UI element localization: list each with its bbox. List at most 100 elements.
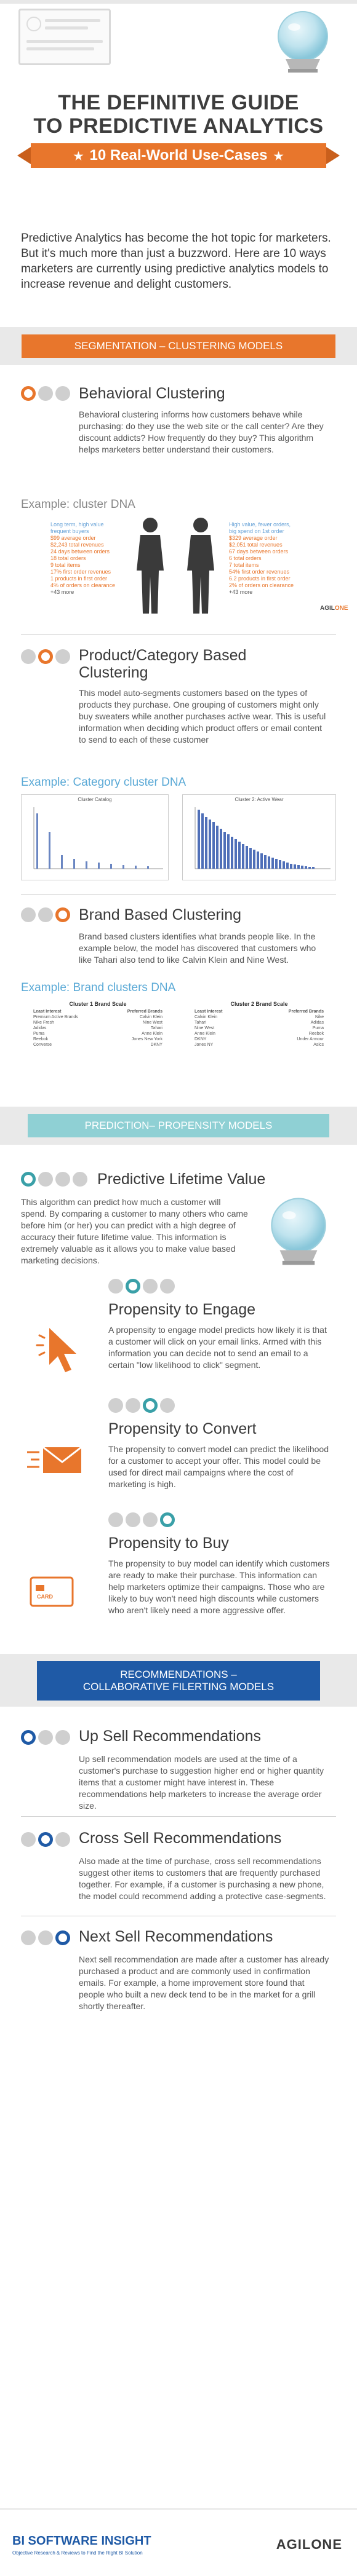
dot-active <box>21 1172 36 1187</box>
dot <box>126 1512 140 1527</box>
dna-line: 2% of orders on clearance <box>229 582 294 588</box>
dna-line: 6.2 products in first order <box>229 575 291 582</box>
table-row: Nike Fresh Nine West <box>33 1021 162 1025</box>
dot-active <box>38 649 53 664</box>
convert-text: The propensity to convert model can pred… <box>108 1444 329 1489</box>
dot-active <box>21 1730 36 1745</box>
monitor-line <box>26 47 94 50</box>
mouse-cursor-icon <box>36 1328 76 1372</box>
infographic: THE DEFINITIVE GUIDE TO PREDICTIVE ANALY… <box>0 0 357 2576</box>
person-silhouette-icon <box>187 518 214 614</box>
card-label: CARD <box>37 1594 53 1600</box>
dot <box>55 1172 70 1187</box>
progress-dots <box>21 1930 73 1946</box>
dot <box>143 1279 158 1294</box>
table-row: Converse DKNY <box>33 1043 162 1047</box>
dna-line: 24 days between orders <box>50 548 110 555</box>
chart-bars <box>195 807 331 869</box>
progress-dots <box>21 1832 73 1848</box>
segmentation-band: SEGMENTATION – CLUSTERING MODELS <box>0 327 357 365</box>
table-header-row: Least Interest Preferred Brands <box>33 1009 162 1014</box>
dot-active <box>160 1512 175 1527</box>
dot-active <box>126 1279 140 1294</box>
buy-title: Propensity to Buy <box>108 1535 229 1552</box>
dot-active <box>38 1832 53 1847</box>
engage-title: Propensity to Engage <box>108 1301 256 1318</box>
dot-active <box>143 1398 158 1413</box>
table-row: Premium Active Brands Calvin Klein <box>33 1015 162 1019</box>
star-icon: ★ <box>273 150 284 162</box>
progress-dots <box>21 1730 73 1746</box>
product-title-line1: Product/Category Based <box>79 647 247 664</box>
dot <box>55 649 70 664</box>
divider <box>21 1816 336 1817</box>
upsell-title: Up Sell Recommendations <box>79 1728 261 1745</box>
lifetime-title: Predictive Lifetime Value <box>97 1171 266 1188</box>
title-line1: THE DEFINITIVE GUIDE <box>58 91 299 114</box>
dna-line: +43 more <box>229 589 253 595</box>
brand-table-1: Cluster 1 Brand Scale Least Interest Pre… <box>33 1001 162 1048</box>
dot <box>55 1832 70 1847</box>
dot <box>38 1930 53 1945</box>
product-text: This model auto-segments customers based… <box>79 688 326 745</box>
title-line2: TO PREDICTIVE ANALYTICS <box>33 114 324 138</box>
progress-dots <box>21 1172 90 1188</box>
dna-line: 17% first order revenues <box>50 569 111 575</box>
lifetime-text: This algorithm can predict how much a cu… <box>21 1197 248 1265</box>
footer-logo-agilone[interactable]: AGILONE <box>276 2537 342 2553</box>
dot-active <box>55 1930 70 1945</box>
credit-card-icon: CARD <box>28 1574 78 1611</box>
crosssell-text: Also made at the time of purchase, cross… <box>79 1856 326 1901</box>
category-chart-2: Cluster 2: Active Wear <box>182 794 336 880</box>
dot-active <box>21 386 36 401</box>
prediction-band-label: PREDICTION– PROPENSITY MODELS <box>28 1114 329 1137</box>
brand-title: Brand Based Clustering <box>79 906 242 923</box>
product-title-line2: Clustering <box>79 664 148 681</box>
monitor-line <box>26 40 103 43</box>
dna-line: 54% first order revenues <box>229 569 290 575</box>
dot <box>108 1512 123 1527</box>
star-icon: ★ <box>73 150 84 162</box>
behavioral-example-label: Example: cluster DNA <box>21 498 135 511</box>
progress-dots <box>108 1279 177 1295</box>
table-row: Adidas Tahari <box>33 1026 162 1030</box>
person-silhouette-icon <box>137 518 164 614</box>
dna-line: big spend on 1st order <box>229 528 284 534</box>
recommendations-band-label: RECOMMENDATIONS – COLLABORATIVE FILERTIN… <box>37 1661 320 1701</box>
progress-dots <box>21 386 73 402</box>
ribbon-text: 10 Real-World Use-Cases <box>89 147 268 164</box>
recommendations-band-line2: COLLABORATIVE FILERTING MODELS <box>82 1681 275 1693</box>
envelope-icon <box>27 1446 82 1473</box>
dot <box>38 1172 53 1187</box>
footer-logo-bi[interactable]: BI SOFTWARE INSIGHT <box>12 2534 151 2548</box>
dna-line: $329 average order <box>229 535 278 541</box>
crosssell-title: Cross Sell Recommendations <box>79 1830 282 1847</box>
table-row: Calvin Klein Nike <box>195 1015 324 1019</box>
table-row: DKNY Under Armour <box>195 1037 324 1041</box>
dna-line: frequent buyers <box>50 528 89 534</box>
subtitle-ribbon: ★ 10 Real-World Use-Cases ★ <box>17 143 340 168</box>
brand-table-2: Cluster 2 Brand Scale Least Interest Pre… <box>195 1001 324 1048</box>
convert-title: Propensity to Convert <box>108 1420 257 1437</box>
dot <box>38 1730 53 1745</box>
dna-line: $99 average order <box>50 535 96 541</box>
dot <box>38 386 53 401</box>
behavioral-title: Behavioral Clustering <box>79 385 225 402</box>
behavioral-text: Behavioral clustering informs how custom… <box>79 409 324 454</box>
product-example-label: Example: Category cluster DNA <box>21 776 187 789</box>
header: THE DEFINITIVE GUIDE TO PREDICTIVE ANALY… <box>0 0 357 215</box>
divider <box>21 894 336 895</box>
prediction-band: PREDICTION– PROPENSITY MODELS <box>0 1107 357 1145</box>
dot <box>21 649 36 664</box>
col-header: Least Interest <box>33 1009 62 1014</box>
dna-brand-label: AGILONE <box>320 605 348 612</box>
monitor-line <box>45 26 88 30</box>
segmentation-band-label: SEGMENTATION – CLUSTERING MODELS <box>22 334 335 358</box>
table-title: Cluster 1 Brand Scale <box>69 1001 127 1007</box>
table-title: Cluster 2 Brand Scale <box>230 1001 288 1007</box>
dot <box>143 1512 158 1527</box>
dna-line: 7 total items <box>229 562 259 568</box>
progress-dots <box>108 1398 177 1414</box>
recommendations-band: RECOMMENDATIONS – COLLABORATIVE FILERTIN… <box>0 1654 357 1707</box>
dot <box>108 1279 123 1294</box>
